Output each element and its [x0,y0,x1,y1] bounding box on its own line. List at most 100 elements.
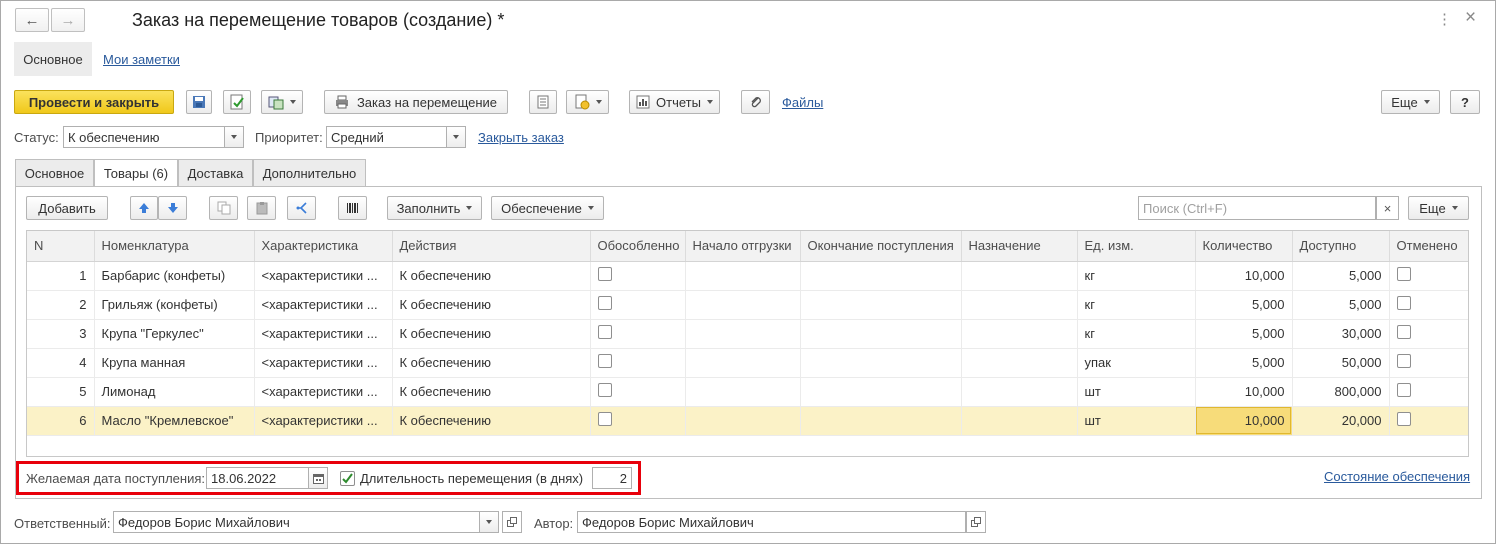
top-tab-main[interactable]: Основное [14,42,92,76]
quantity-cell[interactable]: 10,000 [1195,377,1293,407]
files-link[interactable]: Файлы [782,95,823,110]
nomenclature-cell[interactable]: Крупа "Геркулес" [94,319,255,349]
top-tab-notes[interactable]: Мои заметки [103,52,180,67]
purpose-cell[interactable] [961,377,1078,407]
fill-button[interactable]: Заполнить [387,196,482,220]
cancelled-cell[interactable] [1389,261,1468,291]
tab-goods[interactable]: Товары (6) [94,159,178,187]
cancelled-cell[interactable] [1389,348,1468,378]
characteristic-cell[interactable]: <характеристики ... [254,348,393,378]
receipt-end-cell[interactable] [800,377,962,407]
checkbox[interactable] [1396,383,1411,397]
more-button[interactable]: Еще [1381,90,1440,114]
table-row[interactable]: 3 Крупа "Геркулес" <характеристики ... К об… [27,319,1468,349]
purpose-cell[interactable] [961,348,1078,378]
checkbox[interactable] [1396,267,1411,281]
status-dropdown-button[interactable] [224,127,243,147]
row-number-cell[interactable]: 4 [27,348,95,378]
calendar-button[interactable] [308,468,327,488]
unit-cell[interactable]: упак [1077,348,1196,378]
attach-file-button[interactable] [741,90,770,114]
related-documents-button[interactable] [566,90,609,114]
column-header[interactable]: Ед. изм. [1077,231,1196,262]
status-field[interactable]: К обеспечению [63,126,244,148]
table-more-button[interactable]: Еще [1408,196,1469,220]
checkbox[interactable] [597,296,612,310]
document-journal-button[interactable] [529,90,557,114]
paste-button[interactable] [247,196,276,220]
column-header[interactable]: N [27,231,95,262]
cancelled-cell[interactable] [1389,319,1468,349]
receipt-end-cell[interactable] [800,290,962,320]
goods-table[interactable]: N Номенклатура Характеристика Действия О… [26,230,1469,457]
shipment-start-cell[interactable] [685,406,801,436]
tab-main[interactable]: Основное [15,159,94,186]
row-number-cell[interactable]: 1 [27,261,95,291]
table-row[interactable]: 4 Крупа манная <характеристики ... К обеспе… [27,348,1468,378]
column-header[interactable]: Номенклатура [94,231,255,262]
nomenclature-cell[interactable]: Крупа манная [94,348,255,378]
separately-cell[interactable] [590,406,686,436]
shipment-start-cell[interactable] [685,319,801,349]
split-row-button[interactable] [287,196,316,220]
supply-status-link[interactable]: Состояние обеспечения [1324,469,1470,484]
action-cell[interactable]: К обеспечению [392,290,591,320]
move-down-button[interactable] [158,196,187,220]
table-row[interactable]: 2 Грильяж (конфеты) <характеристики ... К о… [27,290,1468,320]
column-header[interactable]: Обособленно [590,231,686,262]
receipt-end-cell[interactable] [800,319,962,349]
purpose-cell[interactable] [961,261,1078,291]
column-header[interactable]: Начало отгрузки [685,231,801,262]
shipment-start-cell[interactable] [685,377,801,407]
author-open-button[interactable] [966,511,986,533]
row-number-cell[interactable]: 3 [27,319,95,349]
purpose-cell[interactable] [961,319,1078,349]
shipment-start-cell[interactable] [685,261,801,291]
duration-field[interactable]: 2 [592,467,632,489]
checkbox[interactable] [597,412,612,426]
column-header[interactable]: Окончание поступления [800,231,962,262]
column-header[interactable]: Доступно [1292,231,1390,262]
nomenclature-cell[interactable]: Лимонад [94,377,255,407]
close-order-link[interactable]: Закрыть заказ [478,130,564,145]
back-button[interactable]: ← [15,8,49,32]
action-cell[interactable]: К обеспечению [392,377,591,407]
unit-cell[interactable]: кг [1077,261,1196,291]
checkbox[interactable] [597,354,612,368]
row-number-cell[interactable]: 5 [27,377,95,407]
receipt-end-cell[interactable] [800,261,962,291]
print-order-button[interactable]: Заказ на перемещение [324,90,508,114]
supply-button[interactable]: Обеспечение [491,196,604,220]
cancelled-cell[interactable] [1389,290,1468,320]
search-input[interactable]: Поиск (Ctrl+F) [1138,196,1376,220]
table-row[interactable]: 6 Масло "Кремлевское" <характеристики ... К… [27,406,1468,436]
available-cell[interactable]: 5,000 [1292,261,1390,291]
copy-row-button[interactable] [209,196,238,220]
post-button[interactable] [223,90,251,114]
action-cell[interactable]: К обеспечению [392,406,591,436]
separately-cell[interactable] [590,319,686,349]
characteristic-cell[interactable]: <характеристики ... [254,290,393,320]
priority-field[interactable]: Средний [326,126,466,148]
nomenclature-cell[interactable]: Грильяж (конфеты) [94,290,255,320]
help-button[interactable]: ? [1450,90,1480,114]
separately-cell[interactable] [590,348,686,378]
duration-checkbox[interactable] [340,471,355,486]
unit-cell[interactable]: шт [1077,377,1196,407]
checkbox[interactable] [1396,296,1411,310]
close-icon[interactable]: × [1465,7,1476,29]
action-cell[interactable]: К обеспечению [392,348,591,378]
characteristic-cell[interactable]: <характеристики ... [254,406,393,436]
table-row[interactable]: 1 Барбарис (конфеты) <характеристики ... К … [27,261,1468,291]
tab-delivery[interactable]: Доставка [178,159,253,186]
checkbox[interactable] [1396,325,1411,339]
available-cell[interactable]: 5,000 [1292,290,1390,320]
shipment-start-cell[interactable] [685,290,801,320]
nomenclature-cell[interactable]: Барбарис (конфеты) [94,261,255,291]
separately-cell[interactable] [590,261,686,291]
unit-cell[interactable]: кг [1077,290,1196,320]
post-and-close-button[interactable]: Провести и закрыть [14,90,174,114]
responsible-dropdown-button[interactable] [479,512,498,532]
responsible-open-button[interactable] [502,511,522,533]
available-cell[interactable]: 20,000 [1292,406,1390,436]
